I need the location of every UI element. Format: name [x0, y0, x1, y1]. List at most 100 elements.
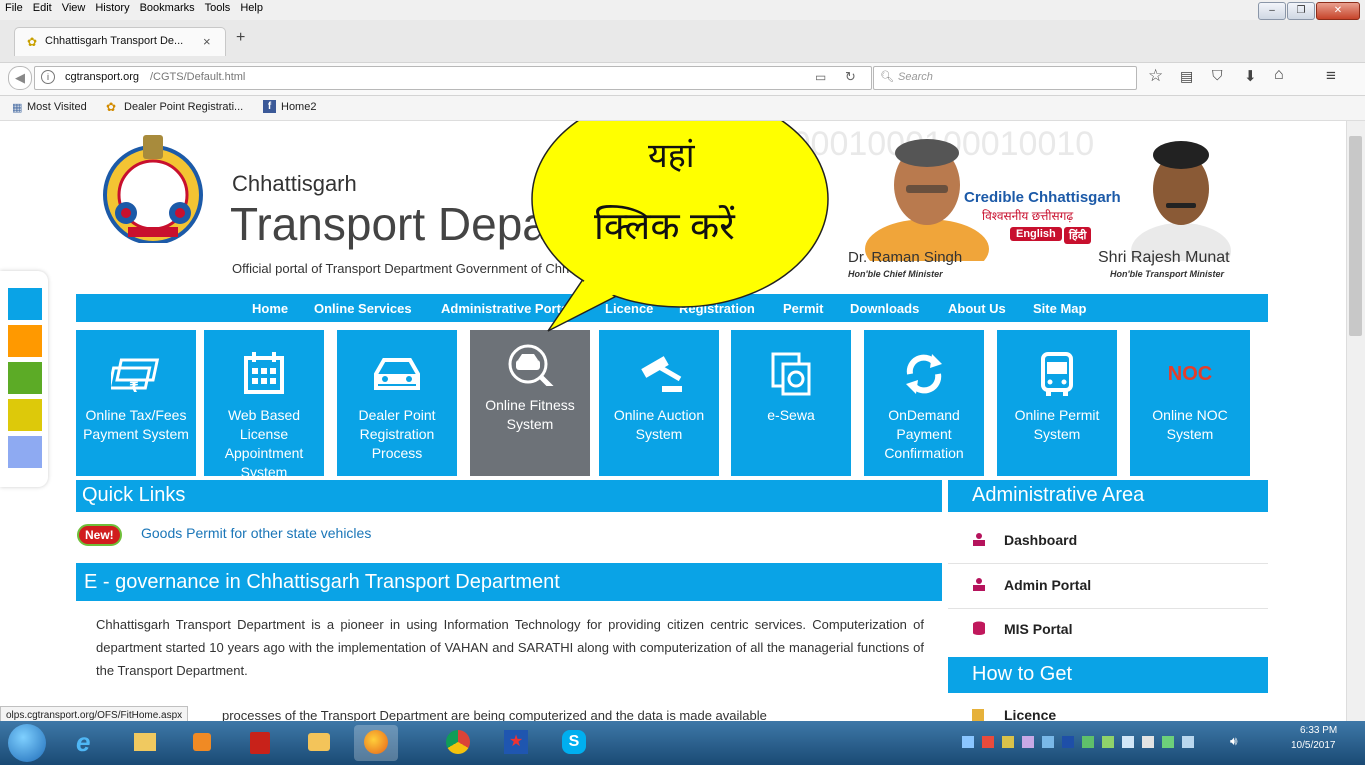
app-star-icon[interactable]: ★	[494, 725, 538, 761]
cm-name: Dr. Raman Singh	[848, 249, 963, 266]
tile-web-based-license[interactable]: Web Based License Appointment System	[204, 330, 324, 476]
bookmark-star-icon[interactable]: ☆	[1148, 66, 1163, 86]
tile-label: Online Auction System	[613, 407, 705, 442]
search-bar[interactable]: 🔍︎ Search	[873, 66, 1137, 90]
media-player-icon[interactable]	[180, 725, 224, 761]
maximize-button[interactable]: ❐	[1287, 2, 1315, 20]
quick-links-title: Quick Links	[82, 484, 186, 506]
mis-portal-label: MIS Portal	[1004, 621, 1073, 637]
reader-view-icon[interactable]: ▭	[815, 70, 826, 84]
tab-title: Chhattisgarh Transport De...	[45, 35, 184, 47]
side-widget-orange[interactable]	[8, 325, 42, 357]
menu-tools[interactable]: Tools	[200, 0, 236, 14]
mis-portal-link[interactable]: MIS Portal	[948, 608, 1268, 652]
home-icon[interactable]: ⌂	[1274, 66, 1284, 84]
bookmark-favicon-icon: ✿	[106, 100, 117, 114]
callout-line1: यहां	[648, 137, 695, 175]
egov-paragraph-1: Chhattisgarh Transport Department is a p…	[96, 617, 924, 678]
hamburger-menu-icon[interactable]: ≡	[1326, 66, 1336, 86]
skype-icon[interactable]: S	[552, 725, 596, 761]
tile-label: Online Permit System	[1014, 407, 1100, 442]
tile-online-tax-fees[interactable]: ₹ Online Tax/Fees Payment System	[76, 330, 196, 476]
menu-bar: File Edit View History Bookmarks Tools Help	[0, 0, 1365, 20]
minister-name: Shri Rajesh Munat	[1098, 249, 1230, 266]
admin-portal-label: Admin Portal	[1004, 577, 1092, 593]
close-window-button[interactable]: ✕	[1316, 2, 1360, 20]
browser-tab[interactable]: ✿ Chhattisgarh Transport De... ×	[14, 27, 226, 56]
bookmarks-toolbar: ▦ Most Visited ✿ Dealer Point Registrati…	[0, 96, 1365, 121]
tile-label: Web Based License Appointment System	[224, 407, 304, 476]
most-visited-icon: ▦	[12, 102, 23, 114]
start-button[interactable]	[8, 724, 46, 762]
tile-online-permit[interactable]: Online Permit System	[997, 330, 1117, 476]
menu-bookmarks[interactable]: Bookmarks	[135, 0, 200, 14]
internet-explorer-icon[interactable]: e	[64, 725, 108, 761]
transport-minister-photo	[1131, 141, 1231, 261]
licence-link[interactable]: Licence	[948, 701, 1268, 721]
english-language-button[interactable]: English	[1010, 227, 1062, 241]
url-path: /CGTS/Default.html	[150, 71, 246, 83]
side-widget-blue[interactable]	[8, 288, 42, 320]
side-widget-lavender[interactable]	[8, 436, 42, 468]
bookmark-most-visited[interactable]: Most Visited	[27, 101, 87, 113]
menu-edit[interactable]: Edit	[28, 0, 57, 14]
menu-file[interactable]: File	[0, 0, 28, 14]
svg-text:₹: ₹	[129, 379, 139, 395]
car-icon	[374, 358, 420, 390]
minimize-button[interactable]: ‒	[1258, 2, 1286, 20]
menu-history[interactable]: History	[90, 0, 134, 14]
calendar-icon	[244, 352, 284, 394]
tile-dealer-point[interactable]: Dealer Point Registration Process	[337, 330, 457, 476]
refresh-icon	[906, 354, 942, 394]
tile-label: Online NOC System	[1152, 407, 1228, 442]
goods-permit-link[interactable]: Goods Permit for other state vehicles	[141, 525, 371, 541]
nav-site-map[interactable]: Site Map	[1033, 301, 1086, 316]
info-icon[interactable]: i	[41, 70, 55, 84]
nav-downloads[interactable]: Downloads	[850, 301, 919, 316]
file-explorer-icon[interactable]	[122, 725, 166, 761]
brand-hindi-text: विश्वसनीय छत्तीसगढ़	[982, 209, 1074, 223]
cm-title: Hon'ble Chief Minister	[848, 269, 943, 279]
bookmark-dealer-point[interactable]: Dealer Point Registrati...	[124, 101, 243, 113]
reload-icon[interactable]: ↻	[845, 69, 856, 85]
menu-view[interactable]: View	[57, 0, 91, 14]
nav-online-services[interactable]: Online Services	[314, 301, 412, 316]
egov-title: E - governance in Chhattisgarh Transport…	[84, 571, 560, 593]
mail-app-icon[interactable]	[296, 725, 340, 761]
bus-icon	[1041, 352, 1073, 396]
download-icon[interactable]: ⬇	[1244, 67, 1257, 85]
pocket-icon[interactable]: ⛉	[1212, 67, 1223, 84]
web-page: 10010001000100010010 Chhattisgarh Transp…	[0, 121, 1346, 721]
adobe-reader-icon[interactable]	[238, 725, 282, 761]
nav-home[interactable]: Home	[252, 301, 288, 316]
reading-list-icon[interactable]: ▤	[1180, 68, 1193, 85]
side-widget-yellow[interactable]	[8, 399, 42, 431]
search-placeholder: Search	[898, 71, 933, 83]
tile-ondemand-payment[interactable]: OnDemand Payment Confirmation	[864, 330, 984, 476]
back-button[interactable]: ◀	[8, 66, 32, 90]
clock-date[interactable]: 10/5/2017	[1291, 740, 1336, 751]
tab-close-icon[interactable]: ×	[203, 34, 211, 49]
new-tab-button[interactable]: +	[236, 29, 245, 47]
state-emblem-logo	[103, 135, 203, 243]
volume-icon[interactable]: 🔊︎	[1230, 734, 1238, 749]
url-bar[interactable]: i cgtransport.org /CGTS/Default.html ▭ ↻	[34, 66, 872, 90]
search-icon: 🔍︎	[880, 71, 894, 83]
dashboard-link[interactable]: Dashboard	[948, 519, 1268, 564]
nav-about-us[interactable]: About Us	[948, 301, 1006, 316]
bookmark-home2[interactable]: Home2	[281, 101, 316, 113]
document-icon	[972, 709, 984, 721]
firefox-icon[interactable]	[354, 725, 398, 761]
tile-label: OnDemand Payment Confirmation	[884, 407, 964, 461]
tile-online-noc[interactable]: NOC Online NOC System	[1130, 330, 1250, 476]
licence-label: Licence	[1004, 707, 1057, 721]
link-status-bar: olps.cgtransport.org/OFS/FitHome.aspx	[0, 706, 189, 721]
system-tray-icons[interactable]	[962, 732, 1212, 754]
chrome-icon[interactable]	[436, 725, 480, 761]
scrollbar-thumb[interactable]	[1349, 136, 1362, 336]
menu-help[interactable]: Help	[235, 0, 268, 14]
side-widget-green[interactable]	[8, 362, 42, 394]
hindi-language-button[interactable]: हिंदी	[1064, 227, 1092, 244]
admin-portal-link[interactable]: Admin Portal	[948, 564, 1268, 609]
clock-time[interactable]: 6:33 PM	[1300, 725, 1337, 736]
